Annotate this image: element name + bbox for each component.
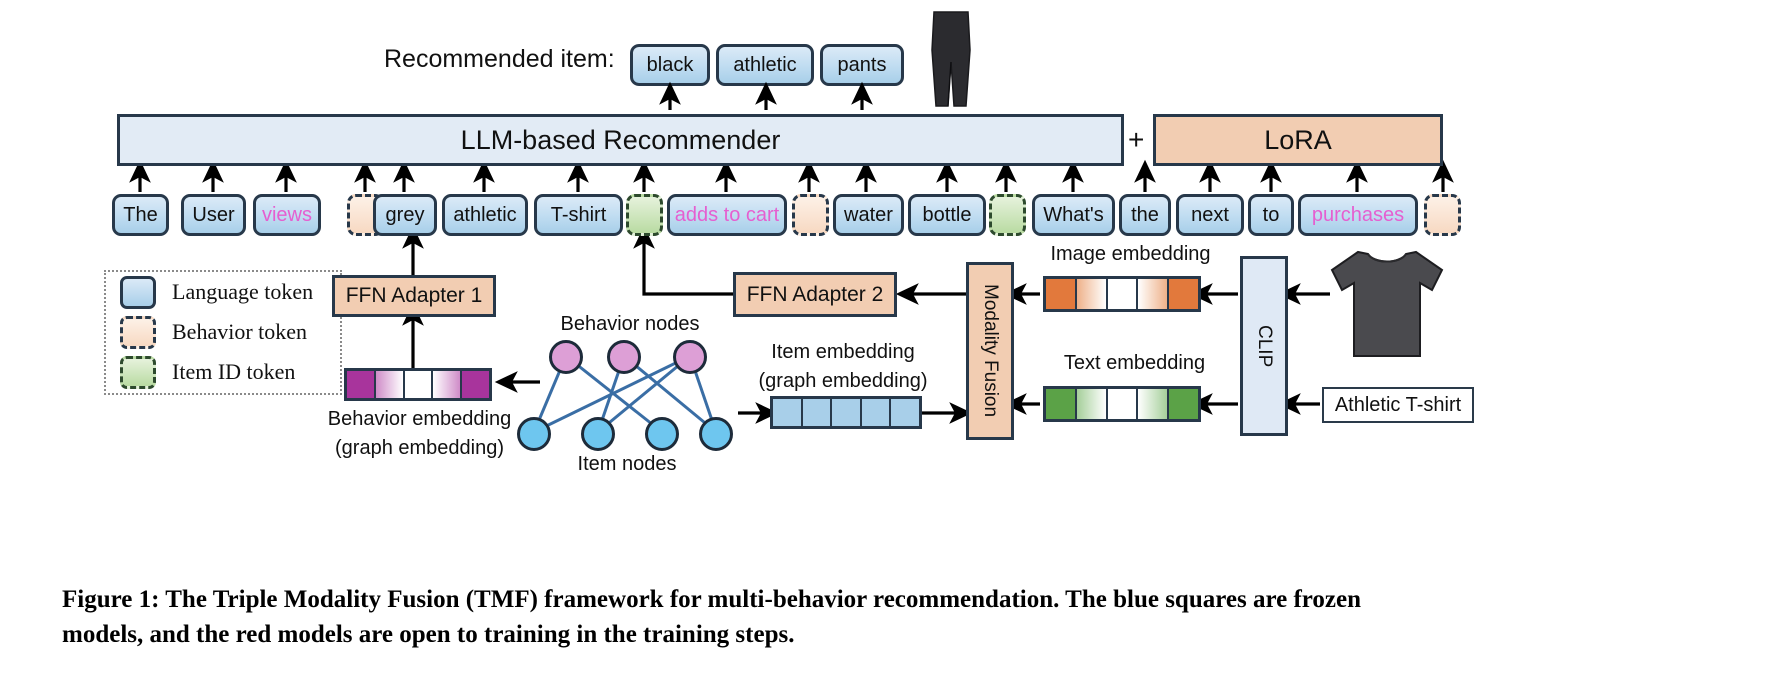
legend: Language token Behavior token Item ID to… bbox=[104, 270, 342, 395]
legend-label-itemid-token: Item ID token bbox=[172, 359, 296, 384]
token-the[interactable]: The bbox=[112, 194, 169, 236]
product-text-box: Athletic T-shirt bbox=[1322, 387, 1474, 423]
token-adds-to-cart[interactable]: adds to cart bbox=[667, 194, 787, 236]
clip-label: CLIP bbox=[1254, 324, 1275, 368]
legend-item-language-token: Language token bbox=[106, 272, 340, 312]
text-embedding-label: Text embedding bbox=[1063, 352, 1206, 374]
item-embedding-strip bbox=[770, 396, 922, 429]
modality-fusion-box[interactable]: Modality Fusion bbox=[966, 262, 1014, 440]
caption-line-1: Figure 1: The Triple Modality Fusion (TM… bbox=[62, 586, 1362, 613]
legend-swatch-language-token bbox=[120, 275, 156, 309]
text-embedding-cell bbox=[1076, 389, 1108, 419]
image-embedding-cell bbox=[1169, 279, 1198, 309]
token-water[interactable]: water bbox=[833, 194, 904, 236]
behavior-embedding-label-line2: (graph embedding) bbox=[335, 437, 504, 459]
behavior-node bbox=[673, 340, 707, 374]
token-next[interactable]: next bbox=[1176, 194, 1244, 236]
image-embedding-strip bbox=[1043, 276, 1201, 312]
token-behavior-3[interactable] bbox=[1424, 194, 1461, 236]
item-embedding-cell bbox=[861, 399, 892, 426]
token-athletic[interactable]: athletic bbox=[442, 194, 528, 236]
behavior-embedding-cell bbox=[462, 371, 489, 398]
behavior-embedding-label-line1: Behavior embedding bbox=[327, 408, 512, 430]
behavior-nodes-label: Behavior nodes bbox=[560, 313, 700, 335]
token-itemid-2[interactable] bbox=[989, 194, 1026, 236]
item-nodes-label: Item nodes bbox=[577, 453, 677, 475]
token-tshirt[interactable]: T-shirt bbox=[534, 194, 623, 236]
ffn-adapter-1-box[interactable]: FFN Adapter 1 bbox=[332, 275, 496, 317]
behavior-embedding-strip bbox=[344, 368, 492, 401]
token-grey[interactable]: grey bbox=[373, 194, 437, 236]
legend-item-behavior-token: Behavior token bbox=[106, 312, 340, 352]
image-embedding-cell bbox=[1046, 279, 1077, 309]
legend-label-behavior-token: Behavior token bbox=[172, 319, 308, 344]
behavior-embedding-cell bbox=[404, 371, 434, 398]
legend-swatch-itemid-token bbox=[120, 355, 156, 389]
item-embedding-label-line1: Item embedding bbox=[771, 341, 915, 363]
item-embedding-cell bbox=[802, 399, 833, 426]
plus-sign: + bbox=[1128, 124, 1145, 155]
behavior-embedding-cell bbox=[347, 371, 376, 398]
text-embedding-cell bbox=[1138, 389, 1170, 419]
item-embedding-cell bbox=[891, 399, 919, 426]
token-user[interactable]: User bbox=[181, 194, 246, 236]
text-embedding-cell bbox=[1169, 389, 1198, 419]
llm-recommender-bar[interactable]: LLM-based Recommender bbox=[117, 114, 1124, 166]
figure-caption: Figure 1: The Triple Modality Fusion (TM… bbox=[62, 583, 1712, 652]
lora-bar[interactable]: LoRA bbox=[1153, 114, 1443, 166]
legend-swatch-behavior-token bbox=[120, 315, 156, 349]
tshirt-product-image bbox=[1328, 250, 1446, 362]
token-views[interactable]: views bbox=[253, 194, 321, 236]
legend-label-language-token: Language token bbox=[172, 279, 314, 304]
item-node bbox=[699, 417, 733, 451]
item-node bbox=[517, 417, 551, 451]
token-the-2[interactable]: the bbox=[1119, 194, 1171, 236]
token-to[interactable]: to bbox=[1248, 194, 1294, 236]
behavior-embedding-cell bbox=[375, 371, 405, 398]
item-node bbox=[581, 417, 615, 451]
image-embedding-label: Image embedding bbox=[1050, 243, 1211, 265]
behavior-embedding-cell bbox=[433, 371, 463, 398]
figure-tmf-framework: Recommended item: black athletic pants L… bbox=[0, 0, 1768, 676]
token-behavior-2[interactable] bbox=[792, 194, 829, 236]
behavior-node bbox=[549, 340, 583, 374]
token-whats[interactable]: What's bbox=[1032, 194, 1115, 236]
token-itemid-1[interactable] bbox=[626, 194, 663, 236]
item-embedding-cell bbox=[773, 399, 803, 426]
image-embedding-cell bbox=[1076, 279, 1108, 309]
token-purchases[interactable]: purchases bbox=[1298, 194, 1418, 236]
clip-box[interactable]: CLIP bbox=[1240, 256, 1288, 436]
image-embedding-cell bbox=[1107, 279, 1139, 309]
image-embedding-cell bbox=[1138, 279, 1170, 309]
caption-line-2: models, and the red models are open to t… bbox=[62, 620, 795, 648]
token-bottle[interactable]: bottle bbox=[908, 194, 986, 236]
item-node bbox=[645, 417, 679, 451]
item-embedding-cell bbox=[832, 399, 862, 426]
text-embedding-strip bbox=[1043, 386, 1201, 422]
text-embedding-cell bbox=[1046, 389, 1077, 419]
legend-item-itemid-token: Item ID token bbox=[106, 352, 340, 392]
behavior-node bbox=[607, 340, 641, 374]
modality-fusion-label: Modality Fusion bbox=[980, 284, 1001, 418]
item-embedding-label-line2: (graph embedding) bbox=[758, 370, 928, 392]
ffn-adapter-2-box[interactable]: FFN Adapter 2 bbox=[733, 272, 897, 317]
text-embedding-cell bbox=[1107, 389, 1139, 419]
